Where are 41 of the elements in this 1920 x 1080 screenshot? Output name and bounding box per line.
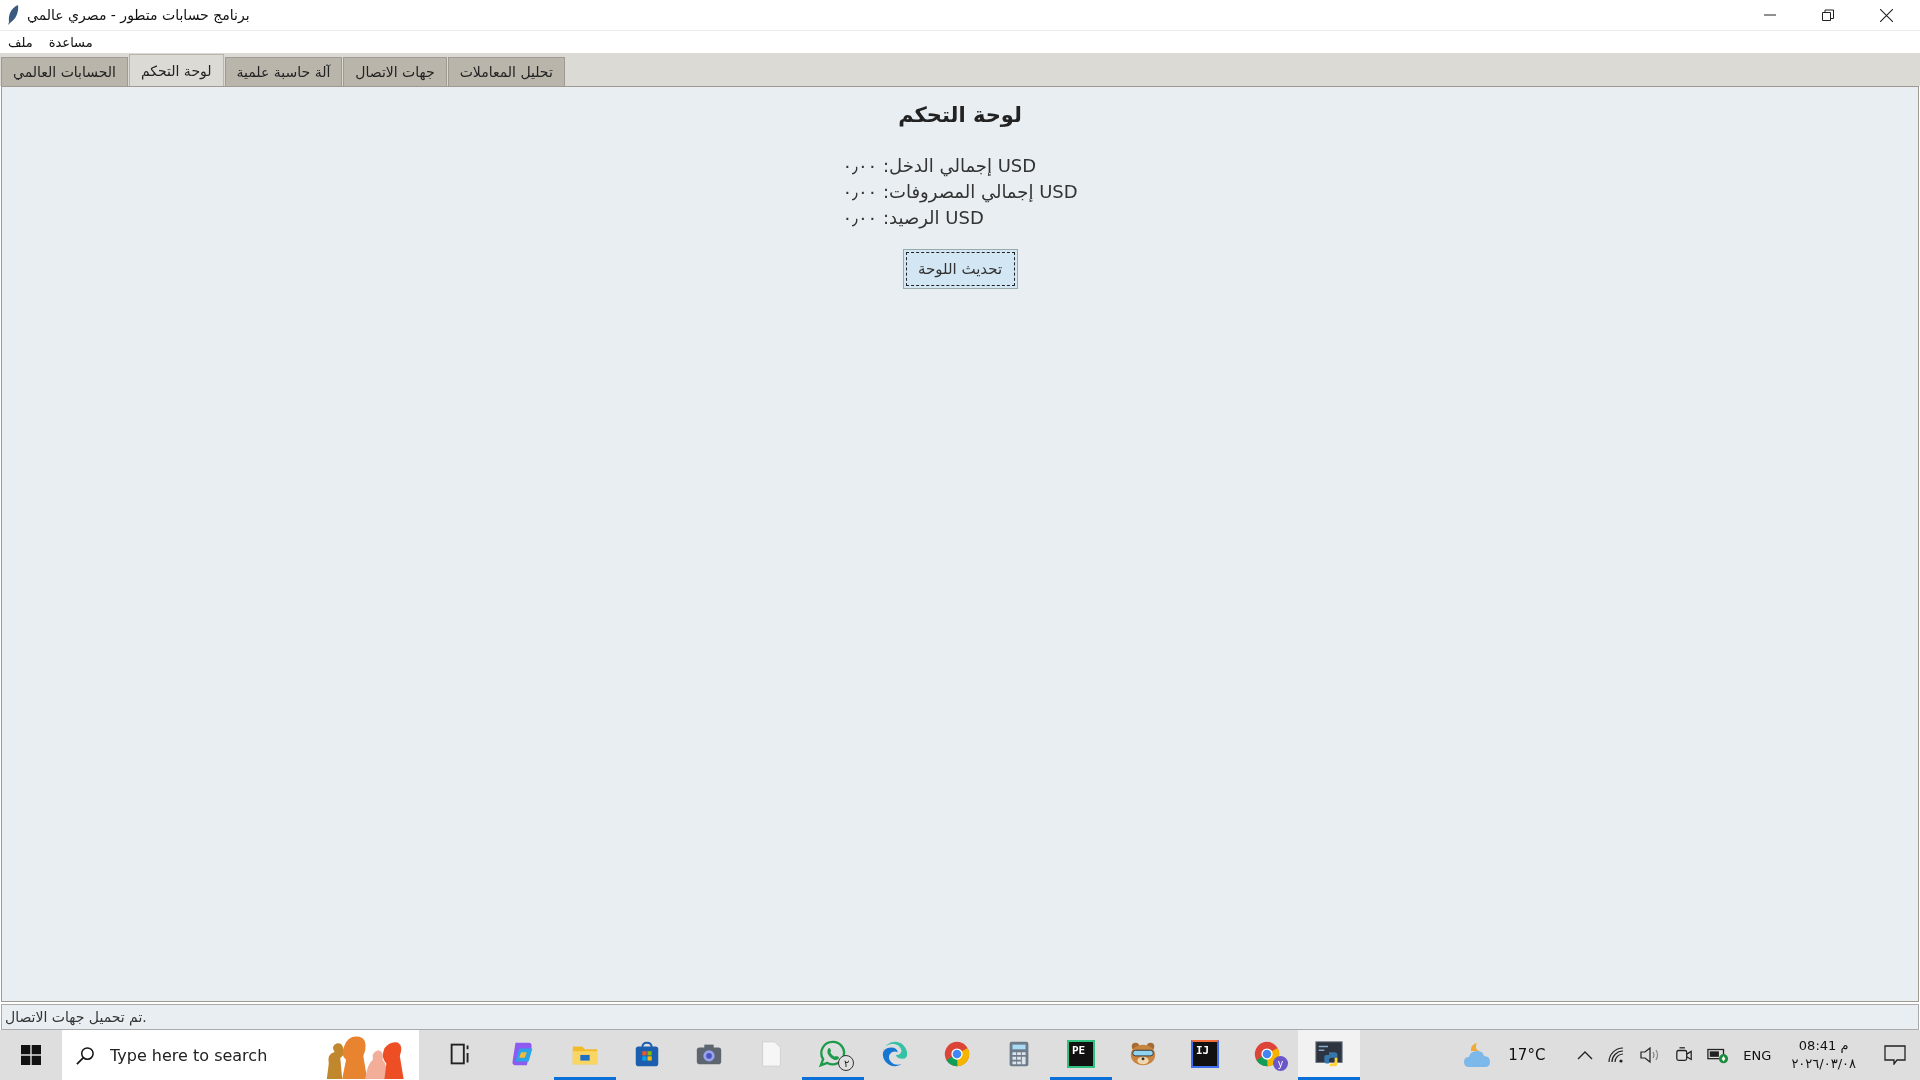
tab[interactable]: الحسابات العالمي [1,57,128,86]
taskbar-button[interactable]: IJ [1174,1030,1236,1080]
date-text: ٢٠٢٦/٠٣/٠٨ [1791,1055,1856,1073]
restore-icon[interactable] [1822,9,1834,21]
search-field[interactable]: Type here to search [108,1044,312,1066]
chevron-up-icon[interactable] [1577,1050,1594,1060]
phone-bubble-icon [818,1038,848,1069]
summary-line: USD إجمالي المصروفات: ٠٫٠٠ [842,180,1078,205]
clock[interactable]: 08:41 م ٢٠٢٦/٠٣/٠٨ [1791,1037,1856,1073]
logo-tile: PE [1067,1039,1095,1068]
menu-item[interactable]: ملف [8,34,33,50]
time-text: 08:41 م [1798,1037,1849,1055]
panel-heading: لوحة التحكم [898,103,1022,127]
language-indicator[interactable]: ENG [1743,1047,1772,1063]
window-title: برنامج حسابات متطور - مصري عالمي [27,7,250,23]
windows-logo-icon [21,1045,41,1065]
taskbar-button[interactable]: y [1236,1030,1298,1080]
status-text: تم تحميل جهات الاتصال. [5,1009,147,1025]
search-icon [76,1045,95,1065]
profile-badge: y [1273,1056,1288,1071]
taskbar-button[interactable] [1298,1030,1360,1080]
summary-line: USD إجمالي الدخل: ٠٫٠٠ [842,154,1037,179]
notification-icon[interactable] [1884,1045,1906,1065]
tab[interactable]: جهات الاتصال [343,57,447,86]
tab[interactable]: آلة حاسبة علمية [224,57,343,86]
close-icon[interactable] [1880,8,1893,22]
menu-item[interactable]: مساعدة [48,34,93,50]
battery-icon[interactable] [1707,1046,1730,1064]
summary-line: USD الرصيد: ٠٫٠٠ [842,206,984,231]
tab[interactable]: لوحة التحكم [128,54,224,86]
snake-screen-icon [1314,1038,1344,1069]
logo-tile: IJ [1191,1039,1219,1068]
count-badge: ٢ [838,1055,854,1071]
feather-icon [6,4,20,26]
video-camera-icon[interactable] [1675,1046,1694,1064]
wifi-icon[interactable] [1607,1047,1626,1063]
tab[interactable]: تحليل المعاملات [447,57,565,86]
taskbar-button[interactable]: PE [1050,1030,1112,1080]
refresh-button[interactable]: تحديث اللوحة [902,249,1018,289]
temperature-text[interactable]: 17°C [1508,1046,1546,1064]
taskbar-button[interactable]: ٢ [802,1030,864,1080]
